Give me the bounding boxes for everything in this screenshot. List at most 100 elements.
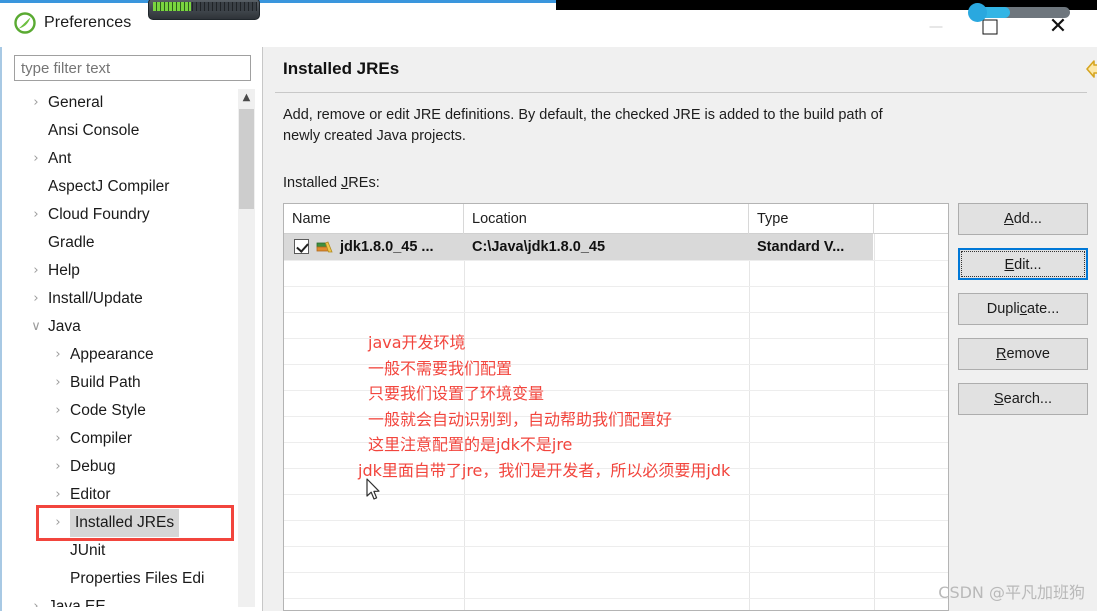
cell-name: jdk1.8.0_45 ... [340,239,434,255]
button-label-suffix: emove [1006,346,1050,362]
chevron-right-icon[interactable]: › [28,257,44,285]
table-row[interactable] [284,598,948,599]
annotation-line: 只要我们设置了环境变量 [368,384,545,403]
chevron-right-icon[interactable]: › [50,397,66,425]
preferences-sidebar: ›GeneralAnsi Console›AntAspectJ Compiler… [8,47,255,611]
chevron-right-icon[interactable]: › [28,285,44,313]
add-button[interactable]: Add... [958,203,1088,235]
sidebar-item-label: General [48,94,104,111]
sidebar-item-label: Java [48,318,81,335]
edit-button[interactable]: Edit... [958,248,1088,280]
button-label-suffix: earch... [1003,391,1053,407]
annotation-line: java开发环境 [368,333,466,352]
sidebar-item-label: Cloud Foundry [48,206,150,223]
button-label-suffix: ate... [1027,301,1060,317]
sidebar-item-label: Install/Update [48,290,143,307]
sidebar-item-label: JUnit [70,542,106,559]
mouse-cursor-icon [366,478,382,502]
table-row[interactable] [284,520,948,521]
button-label: Duplicate... [987,301,1060,317]
watermark: CSDN @平凡加班狗 [938,583,1085,602]
button-label-mnemonic: A [1004,211,1014,227]
annotation-line: jdk里面自带了jre，我们是开发者，所以必须要用jdk [358,460,731,480]
table-row[interactable] [284,572,948,573]
sidebar-item-label: AspectJ Compiler [48,178,170,195]
column-divider [749,234,750,610]
sidebar-item-label: Code Style [70,402,146,419]
installed-jres-label: Installed JREs: [283,175,380,191]
back-arrow-icon[interactable] [1085,59,1097,84]
search-button[interactable]: Search... [958,383,1088,415]
column-header-name[interactable]: Name [284,204,464,234]
button-label-prefix: Dupli [986,301,1020,317]
annotation-line: 一般就会自动识别到，自动帮助我们配置好 [368,409,673,429]
table-row[interactable] [284,260,948,261]
level-meter-fill [153,2,191,11]
label-prefix: Installed [283,175,342,191]
button-label-suffix: dd... [1013,211,1042,227]
table-row[interactable] [284,286,948,287]
sidebar-item-label: Properties Files Edi [70,570,205,587]
table-row[interactable] [284,494,948,495]
button-label-mnemonic: R [995,346,1007,362]
scrollbar-thumb[interactable] [239,109,254,209]
sidebar-item-label: Gradle [48,234,95,251]
annotation-line: 这里注意配置的是jdk不是jre [368,435,573,454]
sidebar-item-label: Debug [70,458,116,475]
annotation-highlight-box [36,505,234,541]
button-label: Remove [996,346,1050,362]
recorder-volume-slider[interactable] [968,2,1072,22]
filter-input[interactable] [14,55,251,81]
chevron-right-icon[interactable]: › [50,453,66,481]
chevron-right-icon[interactable]: › [50,369,66,397]
sidebar-item-label: Compiler [70,430,133,447]
slider-knob[interactable] [968,3,987,22]
button-label: Search... [994,391,1052,407]
column-header-location[interactable]: Location [464,204,749,234]
sidebar-item-label: Help [48,262,80,279]
window-left-border [0,47,2,611]
chevron-right-icon[interactable]: › [28,593,44,607]
table-row[interactable] [284,312,948,313]
button-label: Add... [1004,211,1042,227]
button-label-mnemonic: c [1019,301,1028,317]
table-row[interactable] [284,546,948,547]
chevron-right-icon[interactable]: › [28,145,44,173]
column-header-type[interactable]: Type [749,204,874,234]
chevron-right-icon[interactable]: › [28,89,44,117]
column-header-extra[interactable] [874,204,948,234]
cell-type: Standard V... [757,239,845,255]
duplicate-button[interactable]: Duplicate... [958,293,1088,325]
sidebar-item-label: Ansi Console [48,122,140,139]
sidebar-item-label: Java EE [48,598,106,607]
cell-location: C:\Java\jdk1.8.0_45 [472,239,606,255]
window-title: Preferences [44,14,132,31]
sidebar-scrollbar[interactable]: ▲ [238,89,255,607]
preferences-window: Preferences ✕ ›GeneralAnsi Console›AntAs… [0,0,1097,611]
table-header: Name Location Type [284,204,948,234]
chevron-right-icon[interactable]: › [50,341,66,369]
preferences-content: Installed JREs Add, remove or edit JRE d… [262,47,1097,611]
chevron-down-icon[interactable]: ∨ [28,313,44,341]
button-label-mnemonic: S [993,391,1004,407]
label-suffix: REs: [348,175,380,191]
sidebar-item-label: Appearance [70,346,154,363]
sidebar-item-label: Ant [48,150,72,167]
title-divider [275,92,1087,93]
chevron-right-icon[interactable]: › [28,201,44,229]
jre-library-icon [316,239,334,255]
scroll-up-icon[interactable]: ▲ [238,89,255,106]
page-title: Installed JREs [283,59,400,78]
recorder-level-meter-icon [148,0,260,20]
column-divider [874,234,875,610]
minimize-icon [929,26,943,28]
page-description: Add, remove or edit JRE definitions. By … [283,107,883,144]
focus-ring [961,251,1085,277]
remove-button[interactable]: Remove [958,338,1088,370]
row-checkbox[interactable] [294,239,309,254]
spring-leaf-icon [14,12,36,34]
annotation-line: 一般不需要我们配置 [368,358,513,378]
chevron-right-icon[interactable]: › [50,425,66,453]
minimize-button[interactable] [913,6,959,48]
sidebar-item-label: Build Path [70,374,141,391]
